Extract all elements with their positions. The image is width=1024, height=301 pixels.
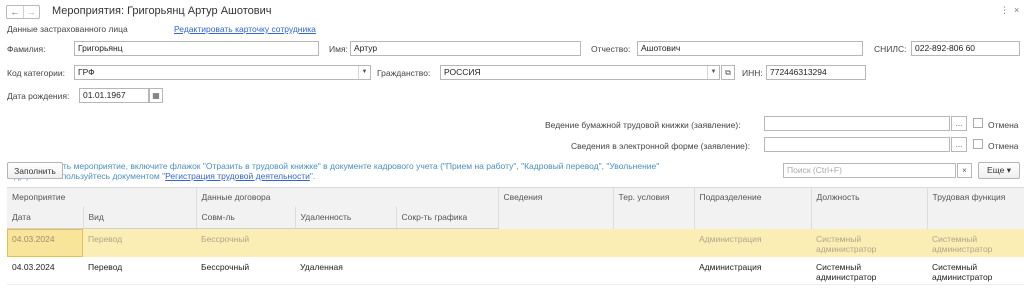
more-button[interactable]: Еще ▾ xyxy=(978,162,1020,179)
header-event[interactable]: Мероприятие xyxy=(7,187,197,207)
patronymic-label: Отчество: xyxy=(591,44,631,54)
cell-combo[interactable]: Бессрочный xyxy=(196,228,296,257)
category-select[interactable]: ГРФ ▼ xyxy=(74,65,371,80)
cell-position[interactable]: Системный администратор xyxy=(811,256,928,285)
snils-field[interactable]: 022-892-806 60 xyxy=(911,41,1020,56)
cell-position[interactable]: Системный администратор xyxy=(811,228,928,257)
surname-field[interactable]: Григорьянц xyxy=(74,41,319,56)
back-icon[interactable]: ← xyxy=(7,6,23,18)
header-contract[interactable]: Данные договора xyxy=(196,187,499,207)
header-terr[interactable]: Тер. условия xyxy=(613,187,695,229)
cell-function[interactable]: Системный администратор xyxy=(927,228,1024,257)
category-value: ГРФ xyxy=(78,67,95,77)
cell-info[interactable] xyxy=(498,256,614,285)
surname-label: Фамилия: xyxy=(7,44,46,54)
forward-icon[interactable]: → xyxy=(22,6,40,18)
events-table: Мероприятие Данные договора Сведения Тер… xyxy=(7,187,1024,285)
header-kind[interactable]: Вид xyxy=(83,207,197,229)
info-line-1: Чтобы добавить мероприятие, включите фла… xyxy=(7,161,660,171)
paper-book-field[interactable] xyxy=(764,116,950,131)
clear-search-icon[interactable]: × xyxy=(957,163,972,178)
cell-dept[interactable]: Администрация xyxy=(694,228,812,257)
cell-kind[interactable]: Перевод xyxy=(83,256,197,285)
electronic-cancel-checkbox[interactable] xyxy=(973,139,983,149)
cell-date[interactable]: 04.03.2024 xyxy=(7,228,83,257)
birth-label: Дата рождения: xyxy=(7,91,70,101)
table-row[interactable]: 04.03.2024 Перевод Бессрочный Администра… xyxy=(7,228,1024,257)
calendar-icon[interactable]: ▦ xyxy=(149,88,163,103)
header-info[interactable]: Сведения xyxy=(498,187,614,229)
cell-short[interactable] xyxy=(396,256,499,285)
snils-label: СНИЛС: xyxy=(874,44,907,54)
cell-dept[interactable]: Администрация xyxy=(694,256,812,285)
table-row[interactable]: 04.03.2024 Перевод Бессрочный Удаленная … xyxy=(7,256,1024,285)
electronic-field[interactable] xyxy=(764,137,950,152)
page-title: Мероприятия: Григорьянц Артур Ашотович xyxy=(52,5,272,17)
electronic-select-button[interactable]: ... xyxy=(951,137,967,152)
electronic-cancel-label: Отмена xyxy=(988,141,1019,151)
patronymic-field[interactable]: Ашотович xyxy=(637,41,863,56)
fill-button[interactable]: Заполнить xyxy=(7,162,63,179)
paper-book-cancel-label: Отмена xyxy=(988,120,1019,130)
search-input[interactable]: Поиск (Ctrl+F) xyxy=(783,163,956,178)
citizenship-value: РОССИЯ xyxy=(444,67,481,77)
cell-kind[interactable]: Перевод xyxy=(83,228,197,257)
chevron-down-icon[interactable]: ▼ xyxy=(707,66,719,79)
cell-combo[interactable]: Бессрочный xyxy=(196,256,296,285)
cell-function[interactable]: Системный администратор xyxy=(927,256,1024,285)
registration-link[interactable]: Регистрация трудовой деятельности xyxy=(165,171,310,181)
name-label: Имя: xyxy=(329,44,348,54)
open-icon[interactable]: ⧉ xyxy=(721,65,735,80)
header-short[interactable]: Сокр-ть графика xyxy=(396,207,499,229)
chevron-down-icon[interactable]: ▼ xyxy=(358,66,370,79)
info-line-2-suffix: ". xyxy=(309,171,316,181)
more-icon[interactable]: ⋮ xyxy=(1000,5,1009,16)
cell-terr[interactable] xyxy=(613,256,695,285)
cell-remote[interactable] xyxy=(295,228,397,257)
nav-buttons: ← → xyxy=(6,5,40,19)
category-label: Код категории: xyxy=(7,68,66,78)
cell-date[interactable]: 04.03.2024 xyxy=(7,256,83,285)
header-dept[interactable]: Подразделение xyxy=(694,187,812,229)
header-date[interactable]: Дата xyxy=(7,207,84,229)
info-text: Чтобы добавить мероприятие, включите фла… xyxy=(7,161,659,181)
edit-card-link[interactable]: Редактировать карточку сотрудника xyxy=(174,24,316,34)
citizenship-select[interactable]: РОССИЯ ▼ xyxy=(440,65,720,80)
paper-book-label: Ведение бумажной трудовой книжки (заявле… xyxy=(545,120,741,130)
name-field[interactable]: Артур xyxy=(350,41,581,56)
citizenship-label: Гражданство: xyxy=(377,68,431,78)
cell-short[interactable] xyxy=(396,228,499,257)
inn-field[interactable]: 772446313294 xyxy=(766,65,866,80)
cell-info[interactable] xyxy=(498,228,614,257)
header-combo[interactable]: Совм-ль xyxy=(196,207,296,229)
electronic-label: Сведения в электронной форме (заявление)… xyxy=(571,141,751,151)
paper-book-cancel-checkbox[interactable] xyxy=(973,118,983,128)
close-icon[interactable]: × xyxy=(1014,5,1019,15)
inn-label: ИНН: xyxy=(742,68,763,78)
header-function[interactable]: Трудовая функция xyxy=(927,187,1024,229)
insured-label: Данные застрахованного лица xyxy=(7,24,128,34)
cell-terr[interactable] xyxy=(613,228,695,257)
info-line-2: и др.) или воспользуйтесь документом "Ре… xyxy=(7,171,659,181)
header-position[interactable]: Должность xyxy=(811,187,928,229)
birth-date-field[interactable]: 01.01.1967 xyxy=(79,88,149,103)
paper-book-select-button[interactable]: ... xyxy=(951,116,967,131)
header-remote[interactable]: Удаленность xyxy=(295,207,397,229)
cell-remote[interactable]: Удаленная xyxy=(295,256,397,285)
